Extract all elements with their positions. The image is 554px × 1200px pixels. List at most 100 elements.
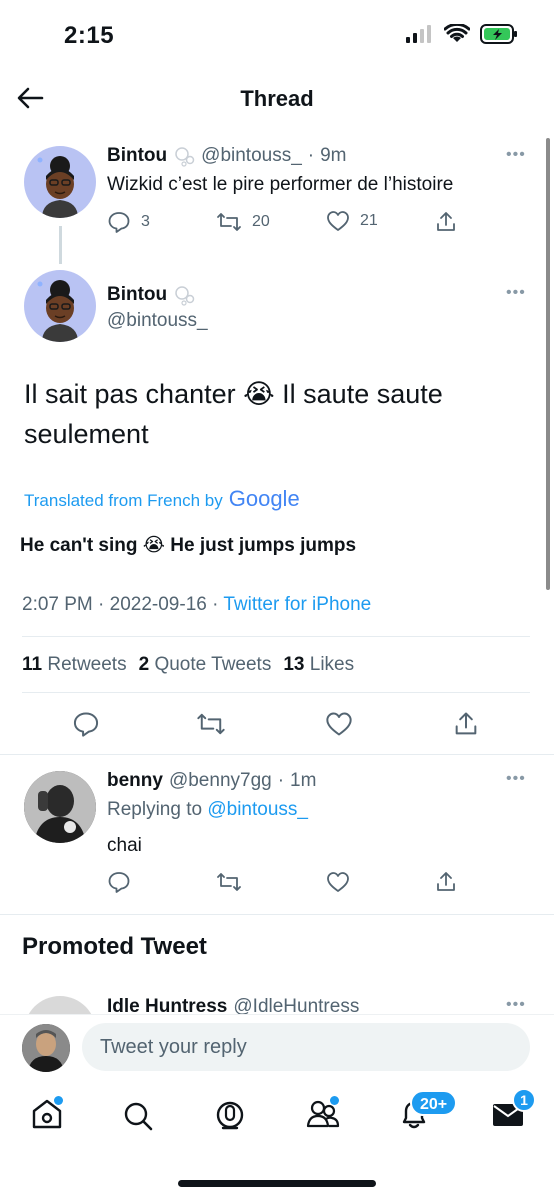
- tweet-timestamp: 2:07 PM · 2022-09-16 ·: [22, 594, 224, 615]
- notifications-badge: 20+: [410, 1090, 458, 1116]
- user-photo-icon: [24, 771, 96, 843]
- main-tweet-text: Il sait pas chanter 😭 Il saute saute seu…: [24, 379, 443, 449]
- signal-icon: [406, 25, 431, 43]
- more-options-icon[interactable]: •••: [506, 770, 526, 788]
- divider: [22, 692, 530, 693]
- new-dot: [330, 1096, 339, 1105]
- divider: [22, 636, 530, 637]
- reply-button[interactable]: [72, 710, 100, 743]
- more-options-icon[interactable]: •••: [506, 284, 526, 302]
- like-action[interactable]: 21: [326, 210, 378, 232]
- retweet-count: 20: [252, 213, 270, 230]
- translated-text: He can't sing 😭 He just jumps jumps: [20, 535, 357, 556]
- avatar[interactable]: [24, 996, 96, 1014]
- reply-icon: [73, 712, 99, 737]
- current-user-avatar[interactable]: [22, 1024, 70, 1072]
- more-options-icon[interactable]: •••: [506, 146, 526, 164]
- tweet-text: Wizkid c’est le pire performer de l’hist…: [107, 174, 454, 195]
- share-button[interactable]: [452, 710, 480, 743]
- battery-icon: [480, 24, 517, 44]
- tweet-source-link[interactable]: Twitter for iPhone: [223, 594, 371, 615]
- tab-bar: 20+ 1: [0, 1078, 554, 1158]
- retweets-stat[interactable]: 11 Retweets: [22, 654, 127, 676]
- engagement-stats: 11 Retweets 2 Quote Tweets 13 Likes: [22, 654, 354, 676]
- reply-header: benny @benny7gg · 1m: [107, 770, 316, 792]
- retweet-icon: [197, 713, 225, 735]
- reply-input[interactable]: Tweet your reply: [82, 1023, 530, 1071]
- tweet-header: Bintou @bintouss_ · 9m: [107, 145, 347, 167]
- reply-action[interactable]: 3: [107, 210, 150, 234]
- heart-icon: [327, 872, 349, 892]
- bubbles-icon: [175, 147, 195, 167]
- new-dot: [54, 1096, 63, 1105]
- share-action[interactable]: [434, 210, 458, 234]
- author-name[interactable]: benny: [107, 770, 163, 792]
- author-name[interactable]: Idle Huntress: [107, 996, 227, 1014]
- search-icon: [124, 1102, 153, 1131]
- google-logo: Google: [228, 486, 300, 511]
- more-options-icon[interactable]: •••: [506, 996, 526, 1014]
- bitmoji-avatar-icon: [37, 156, 78, 218]
- author-handle[interactable]: @benny7gg: [169, 770, 272, 792]
- reply-action[interactable]: [107, 870, 131, 899]
- retweet-button[interactable]: [196, 710, 226, 743]
- wifi-icon: [444, 24, 470, 42]
- author-handle[interactable]: @IdleHuntress: [233, 996, 359, 1014]
- author-name[interactable]: Bintou: [107, 145, 167, 167]
- heart-icon: [327, 211, 349, 231]
- translation-label[interactable]: Translated from French by Google: [24, 486, 300, 512]
- status-time: 2:15: [64, 22, 115, 49]
- tweet-meta: 2:07 PM · 2022-09-16 · Twitter for iPhon…: [22, 594, 371, 616]
- reply-icon: [108, 212, 130, 233]
- status-icons: [406, 24, 518, 44]
- reply-count: 3: [141, 213, 150, 230]
- author-name[interactable]: Bintou: [107, 284, 167, 306]
- replying-to-handle[interactable]: @bintouss_: [207, 799, 308, 820]
- retweet-action[interactable]: 20: [216, 210, 270, 234]
- author-handle[interactable]: @bintouss_: [201, 145, 302, 167]
- like-button[interactable]: [325, 711, 353, 742]
- tab-home[interactable]: [30, 1096, 64, 1135]
- avatar[interactable]: [24, 270, 96, 342]
- retweets-count: 11: [22, 654, 43, 675]
- avatar[interactable]: [24, 771, 96, 843]
- heart-icon: [326, 712, 352, 736]
- quote-tweets-stat[interactable]: 2 Quote Tweets: [139, 654, 272, 676]
- user-photo-icon: [22, 1024, 70, 1072]
- separator: ·: [277, 770, 285, 791]
- tab-messages[interactable]: 1: [492, 1088, 536, 1133]
- tab-search[interactable]: [122, 1100, 154, 1137]
- quote-label: Quote Tweets: [154, 654, 272, 675]
- tab-spaces[interactable]: [214, 1098, 246, 1137]
- tab-notifications[interactable]: 20+: [398, 1090, 458, 1137]
- page-title: Thread: [240, 86, 314, 111]
- promoted-preview: Idle Huntress @IdleHuntress •••: [0, 990, 554, 1014]
- likes-stat[interactable]: 13 Likes: [283, 654, 354, 676]
- retweet-action[interactable]: [216, 870, 242, 899]
- reply-text: chai: [107, 835, 142, 856]
- share-icon: [455, 712, 477, 735]
- share-icon: [437, 212, 455, 231]
- tweet-time: 1m: [290, 770, 317, 791]
- avatar[interactable]: [24, 146, 96, 218]
- replying-to: Replying to @bintouss_: [107, 799, 308, 821]
- divider: [0, 754, 554, 755]
- like-count: 21: [360, 212, 378, 229]
- messages-badge: 1: [512, 1088, 536, 1112]
- tweet-time: 9m: [320, 145, 347, 166]
- share-action[interactable]: [434, 870, 458, 899]
- likes-count: 13: [283, 654, 305, 675]
- reply-input-placeholder: Tweet your reply: [100, 1035, 247, 1058]
- author-handle[interactable]: @bintouss_: [107, 310, 208, 332]
- bubbles-icon: [175, 286, 195, 306]
- divider: [0, 914, 554, 915]
- like-action[interactable]: [326, 871, 350, 898]
- spaces-icon: [216, 1101, 244, 1130]
- bitmoji-avatar-icon: [37, 280, 78, 342]
- retweets-label: Retweets: [47, 654, 127, 675]
- tab-communities[interactable]: [305, 1096, 341, 1135]
- quote-count: 2: [138, 654, 150, 675]
- retweet-icon: [217, 213, 241, 231]
- scrollbar[interactable]: [546, 138, 550, 590]
- reply-icon: [108, 872, 130, 893]
